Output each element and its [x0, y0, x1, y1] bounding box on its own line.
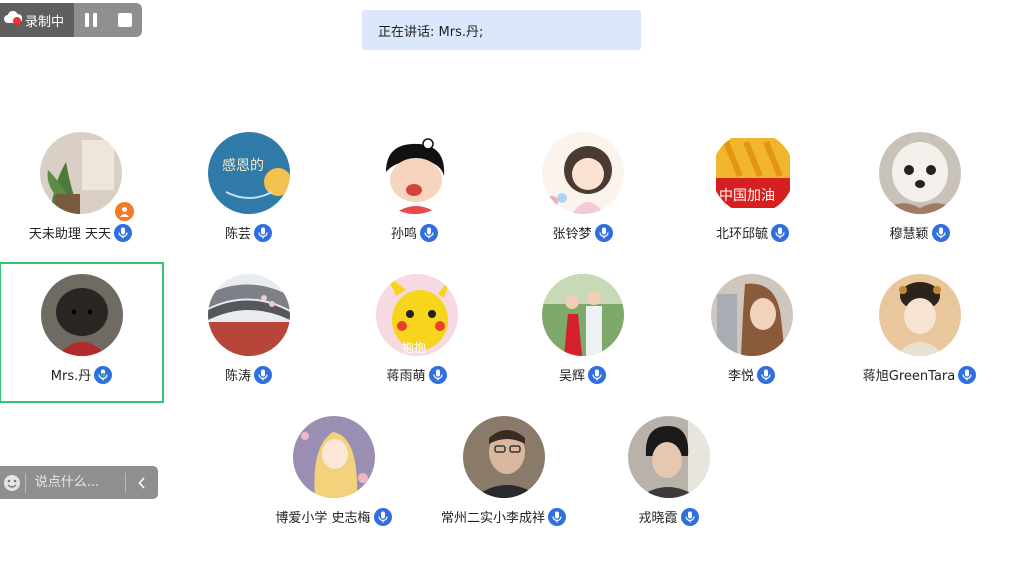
avatar — [207, 274, 290, 356]
participant-tile[interactable]: 博爱小学 史志梅 — [251, 416, 416, 526]
microphone-icon[interactable] — [757, 365, 775, 384]
avatar-caption: 感恩的 — [222, 157, 264, 174]
microphone-icon[interactable] — [588, 365, 606, 384]
microphone-icon[interactable] — [254, 223, 272, 242]
avatar: 中国加油 — [711, 132, 794, 214]
participant-tile[interactable]: 李悦 — [669, 274, 834, 384]
participant-name: 穆慧颖 — [889, 227, 929, 242]
avatar — [878, 274, 961, 356]
microphone-icon[interactable] — [428, 365, 447, 384]
avatar — [710, 274, 793, 356]
participant-tile[interactable]: 中国加油 北环邱毓 — [670, 132, 835, 242]
avatar — [462, 416, 545, 498]
participant-tile[interactable]: 感恩的 陈芸 — [166, 132, 331, 242]
participant-name: 博爱小学 史志梅 — [275, 511, 371, 526]
pause-icon — [85, 13, 97, 27]
avatar — [373, 132, 456, 214]
avatar: 感恩的 — [207, 132, 290, 214]
now-speaking-text: 正在讲话: Mrs.丹; — [378, 24, 484, 40]
avatar: 抱抱 — [375, 274, 458, 356]
microphone-icon[interactable] — [373, 507, 392, 526]
microphone-icon[interactable] — [254, 365, 272, 384]
microphone-icon[interactable] — [114, 223, 133, 242]
collapse-chat-button[interactable] — [126, 476, 158, 489]
participant-name: 吴辉 — [558, 369, 585, 384]
recording-status: 录制中 — [0, 3, 74, 37]
avatar-caption: 抱抱 — [402, 340, 426, 355]
participant-name: 北环邱毓 — [715, 227, 768, 242]
participant-tile[interactable]: 戎晓霞 — [586, 416, 751, 526]
microphone-icon[interactable] — [420, 223, 438, 242]
participant-name: 张铃梦 — [552, 227, 592, 242]
participant-name: 天未助理 天天 — [28, 227, 112, 242]
microphone-icon[interactable] — [958, 365, 977, 384]
recording-bar: 录制中 — [0, 3, 142, 37]
microphone-icon[interactable] — [771, 223, 789, 242]
emoji-button[interactable] — [0, 474, 25, 492]
chat-bar — [0, 465, 158, 500]
participant-tile-active-speaker[interactable]: Mrs.丹 — [0, 262, 164, 403]
cloud-record-icon — [4, 10, 23, 30]
chevron-left-icon — [138, 476, 145, 489]
participant-tile[interactable]: 陈涛 — [166, 274, 331, 384]
participant-name: 李悦 — [727, 369, 754, 384]
chat-input[interactable] — [25, 465, 125, 500]
microphone-icon[interactable] — [594, 223, 613, 242]
participant-name: 蒋雨萌 — [386, 369, 426, 384]
avatar — [39, 132, 136, 223]
participant-tile[interactable]: 天未助理 天天 — [0, 132, 163, 242]
microphone-active-icon[interactable] — [94, 365, 113, 384]
recording-label: 录制中 — [25, 14, 65, 30]
host-icon — [119, 207, 129, 217]
emoji-icon — [4, 474, 21, 491]
microphone-icon[interactable] — [680, 507, 699, 526]
stop-icon — [118, 13, 132, 27]
avatar — [878, 132, 961, 214]
avatar — [541, 274, 624, 356]
participant-tile[interactable]: 穆慧颖 — [837, 132, 1002, 242]
avatar — [627, 416, 710, 498]
participant-name: Mrs.丹 — [50, 369, 92, 384]
stop-recording-button[interactable] — [108, 3, 142, 37]
participant-tile[interactable]: 常州二实小李成祥 — [421, 416, 586, 526]
microphone-icon[interactable] — [931, 223, 950, 242]
participant-tile[interactable]: 孙鸣 — [332, 132, 497, 242]
participant-name: 孙鸣 — [390, 227, 417, 242]
participant-name: 陈芸 — [224, 227, 251, 242]
participant-name: 常州二实小李成祥 — [440, 511, 545, 526]
participant-tile[interactable]: 吴辉 — [500, 274, 665, 384]
participant-tile[interactable]: 抱抱 蒋雨萌 — [334, 274, 499, 384]
participant-tile[interactable]: 张铃梦 — [500, 132, 665, 242]
participant-name: 陈涛 — [224, 369, 251, 384]
host-badge — [112, 200, 136, 223]
avatar — [40, 274, 123, 356]
avatar-caption: 中国加油 — [719, 188, 775, 204]
participant-tile[interactable]: 蒋旭GreenTara — [837, 274, 1002, 384]
avatar — [292, 416, 375, 498]
microphone-icon[interactable] — [548, 507, 566, 526]
pause-recording-button[interactable] — [74, 3, 108, 37]
avatar — [541, 132, 624, 214]
now-speaking-banner: 正在讲话: Mrs.丹; — [362, 10, 641, 50]
participant-name: 蒋旭GreenTara — [862, 369, 956, 384]
participant-name: 戎晓霞 — [638, 511, 678, 526]
